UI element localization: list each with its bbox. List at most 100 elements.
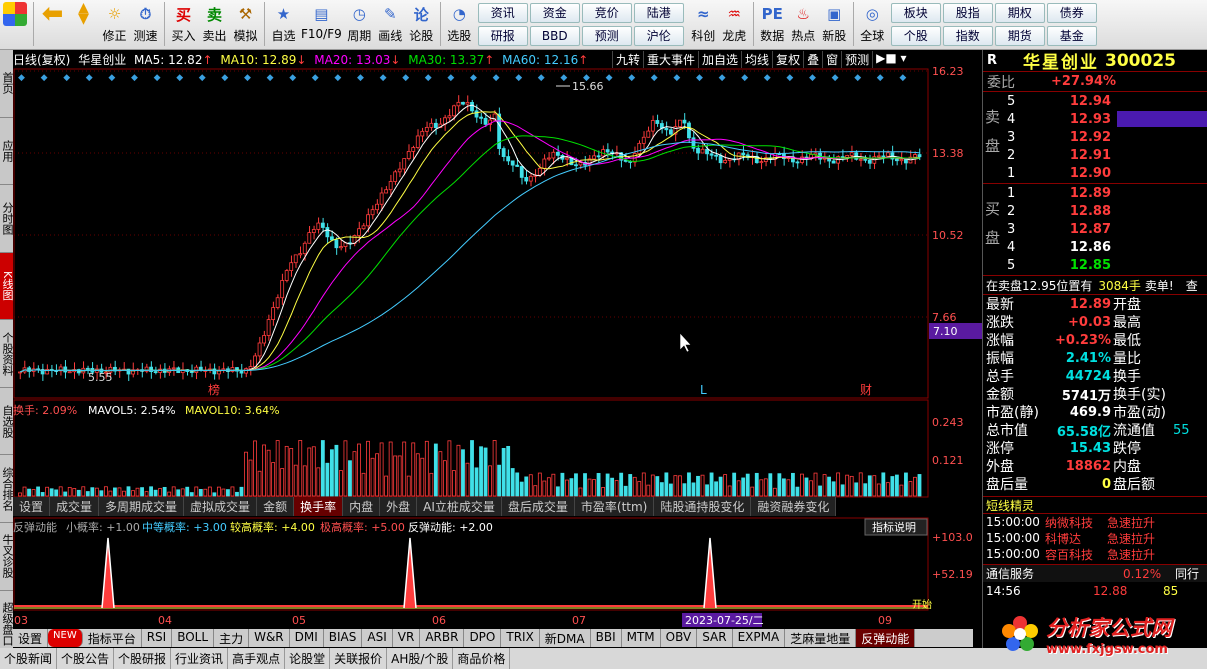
kc-button[interactable]: ≈ 科创 <box>688 2 719 48</box>
indicator-tab[interactable]: EXPMA <box>733 629 786 647</box>
status-tab[interactable]: 高手观点 <box>228 648 286 669</box>
event-diamond-icon[interactable]: ◆ <box>741 73 748 83</box>
f10-button[interactable]: ▤ F10/F9 <box>299 2 344 48</box>
event-diamond-icon[interactable]: ◆ <box>154 73 161 83</box>
menu-button[interactable]: 板块 <box>890 3 941 23</box>
status-tab[interactable]: 论股堂 <box>285 648 331 669</box>
chart-tab[interactable]: 重大事件 <box>643 51 698 68</box>
event-diamond-icon[interactable]: ◆ <box>267 73 274 83</box>
status-tab[interactable]: 商品价格 <box>453 648 511 669</box>
kline-chart[interactable]: 16.2313.3810.527.667.1015.665.55榜 L 财◆ ◆ ◆ ◆ ◆… <box>0 50 982 648</box>
indicator-tab[interactable]: W&R <box>249 629 290 647</box>
event-diamond-icon[interactable]: ◆ <box>447 73 454 83</box>
event-marker[interactable]: 财 <box>860 383 872 397</box>
grid-icon[interactable] <box>0 2 30 48</box>
status-tab[interactable]: 关联报价 <box>330 648 388 669</box>
event-diamond-icon[interactable]: ◆ <box>809 73 816 83</box>
event-diamond-icon[interactable]: ◆ <box>380 73 387 83</box>
indicator-tab[interactable]: BOLL <box>172 629 215 647</box>
event-diamond-icon[interactable]: ◆ <box>86 73 93 83</box>
indicator-tab[interactable]: BBI <box>591 629 622 647</box>
indicator-tab[interactable]: 反弹动能 <box>856 629 916 647</box>
event-diamond-icon[interactable]: ◆ <box>63 73 70 83</box>
volume-tab[interactable]: 设置 <box>13 497 51 516</box>
refresh-button[interactable]: ☼ 修正 <box>99 2 130 48</box>
status-tab[interactable]: 行业资讯 <box>171 648 229 669</box>
indicator-tab[interactable]: BIAS <box>324 629 363 647</box>
indicator-tab[interactable]: ASI <box>362 629 393 647</box>
menu-button[interactable]: 研报 <box>477 26 528 46</box>
chart-tab[interactable]: 叠 <box>803 51 822 68</box>
indicator-tab[interactable]: OBV <box>661 629 698 647</box>
menu-button[interactable]: 基金 <box>1046 26 1097 46</box>
indicator-tab[interactable]: VR <box>393 629 421 647</box>
menu-button[interactable]: 陆港 <box>633 3 684 23</box>
dragon-button[interactable]: ♒ 龙虎 <box>719 2 750 48</box>
menu-button[interactable]: 资讯 <box>477 3 528 23</box>
volume-tab[interactable]: 陆股通持股变化 <box>654 497 752 516</box>
volume-tab[interactable]: 盘后成交量 <box>501 497 575 516</box>
menu-button[interactable]: 指数 <box>942 26 993 46</box>
volume-tab[interactable]: 融资融券变化 <box>751 497 837 516</box>
volume-tab[interactable]: 虚拟成交量 <box>184 497 258 516</box>
indicator-tab[interactable]: 指标平台 <box>83 629 142 647</box>
status-tab[interactable]: 个股研报 <box>114 648 172 669</box>
indicator-tab[interactable]: ARBR <box>420 629 465 647</box>
indicator-tab[interactable]: NEW <box>48 629 83 647</box>
event-diamond-icon[interactable]: ◆ <box>41 73 48 83</box>
globe-button[interactable]: ◎ 全球 <box>857 2 888 48</box>
indicator-tab[interactable]: 设置 <box>13 629 49 647</box>
back-button[interactable]: ⬅ <box>37 0 68 48</box>
menu-button[interactable]: 预测 <box>581 26 632 46</box>
event-diamond-icon[interactable]: ◆ <box>560 73 567 83</box>
chart-tab[interactable]: 窗 <box>822 51 841 68</box>
event-diamond-icon[interactable]: ◆ <box>221 73 228 83</box>
volume-tab[interactable]: 外盘 <box>380 497 418 516</box>
volume-tab[interactable]: 多周期成交量 <box>99 497 185 516</box>
event-diamond-icon[interactable]: ◆ <box>289 73 296 83</box>
event-diamond-icon[interactable]: ◆ <box>673 73 680 83</box>
menu-button[interactable]: 资金 <box>529 3 580 23</box>
event-diamond-icon[interactable]: ◆ <box>312 73 319 83</box>
event-marker[interactable]: L <box>700 383 707 397</box>
event-diamond-icon[interactable]: ◆ <box>515 73 522 83</box>
up-down-button[interactable]: ▲ ▼ <box>68 1 99 48</box>
menu-button[interactable]: 股指 <box>942 3 993 23</box>
event-diamond-icon[interactable]: ◆ <box>244 73 251 83</box>
speed-button[interactable]: ⏱ 测速 <box>130 2 161 48</box>
event-diamond-icon[interactable]: ◆ <box>357 73 364 83</box>
menu-button[interactable]: 期货 <box>994 26 1045 46</box>
event-diamond-icon[interactable]: ◆ <box>402 73 409 83</box>
menu-arrow-icon[interactable]: ▶■ ▾ <box>872 51 909 68</box>
event-diamond-icon[interactable]: ◆ <box>425 73 432 83</box>
buy-button[interactable]: 买买入 <box>168 2 199 48</box>
indicator-tab[interactable]: DPO <box>464 629 502 647</box>
volume-tab[interactable]: 换手率 <box>294 497 344 516</box>
event-diamond-icon[interactable]: ◆ <box>108 73 115 83</box>
hammer-button[interactable]: ⚒ 模拟 <box>230 2 261 48</box>
indicator-tab[interactable]: RSI <box>142 629 173 647</box>
indicator-tab[interactable]: MTM <box>622 629 661 647</box>
volume-tab[interactable]: 内盘 <box>343 497 381 516</box>
pe-button[interactable]: PE 数据 <box>757 2 788 48</box>
discuss-button[interactable]: 论论股 <box>406 2 437 48</box>
menu-button[interactable]: 沪伦 <box>633 26 684 46</box>
volume-tab[interactable]: AI立桩成交量 <box>417 497 502 516</box>
event-diamond-icon[interactable]: ◆ <box>538 73 545 83</box>
short-row[interactable]: 15:00:00 纳微科技 急速拉升 <box>983 514 1207 530</box>
event-diamond-icon[interactable]: ◆ <box>877 73 884 83</box>
event-diamond-icon[interactable]: ◆ <box>651 73 658 83</box>
event-diamond-icon[interactable]: ◆ <box>583 73 590 83</box>
indicator-tab[interactable]: SAR <box>697 629 733 647</box>
event-diamond-icon[interactable]: ◆ <box>199 73 206 83</box>
status-tab[interactable]: 个股新闻 <box>0 648 58 669</box>
volume-tab[interactable]: 成交量 <box>50 497 100 516</box>
event-diamond-icon[interactable]: ◆ <box>628 73 635 83</box>
sell-button[interactable]: 卖卖出 <box>199 2 230 48</box>
menu-button[interactable]: 期权 <box>994 3 1045 23</box>
menu-button[interactable]: 个股 <box>890 26 941 46</box>
indicator-tab[interactable]: TRIX <box>501 629 540 647</box>
event-diamond-icon[interactable]: ◆ <box>764 73 771 83</box>
status-tab[interactable]: AH股/个股 <box>387 648 454 669</box>
chart-tab[interactable]: 九转 <box>612 51 643 68</box>
